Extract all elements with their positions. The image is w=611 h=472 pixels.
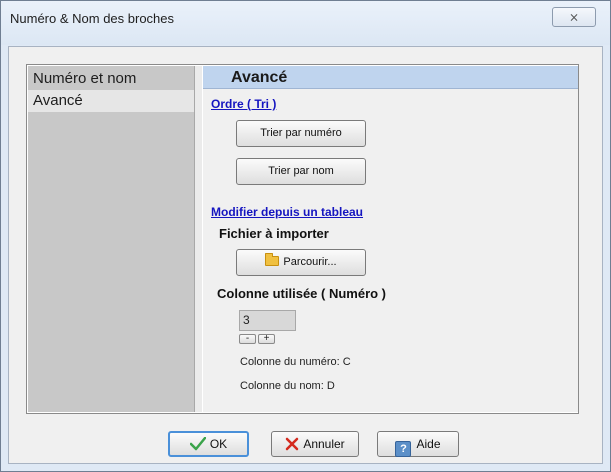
close-icon: ⨯ — [568, 10, 580, 24]
sort-by-number-label: Trier par numéro — [260, 127, 342, 139]
column-used-label: Colonne utilisée ( Numéro ) — [217, 286, 387, 301]
title-bar[interactable]: Numéro & Nom des broches ⨯ — [1, 1, 610, 45]
settings-panel: Numéro et nom Avancé Avancé Ordre ( Tri … — [26, 64, 579, 414]
panel-splitter[interactable] — [194, 66, 202, 412]
x-icon — [286, 437, 299, 451]
cancel-button[interactable]: Annuler — [271, 431, 359, 457]
sidebar-item-numero-et-nom[interactable]: Numéro et nom — [28, 68, 194, 90]
sidebar-item-label: Numéro et nom — [33, 70, 137, 87]
check-icon — [189, 437, 206, 451]
sort-by-number-button[interactable]: Trier par numéro — [236, 120, 366, 147]
column-number-input[interactable]: 3 — [239, 310, 296, 331]
ok-label: OK — [209, 437, 228, 451]
sort-by-name-label: Trier par nom — [268, 165, 334, 177]
advanced-page: Avancé Ordre ( Tri ) Trier par numéro Tr… — [203, 66, 578, 412]
help-label: Aide — [416, 437, 441, 451]
close-button[interactable]: ⨯ — [552, 7, 596, 27]
ok-button[interactable]: OK — [168, 431, 249, 457]
help-button[interactable]: ? Aide — [377, 431, 459, 457]
column-increment-button[interactable]: + — [258, 334, 275, 344]
number-column-info: Colonne du numéro: C — [240, 356, 351, 368]
page-title: Avancé — [203, 66, 578, 89]
file-to-import-label: Fichier à importer — [219, 226, 329, 241]
name-column-info: Colonne du nom: D — [240, 380, 335, 392]
column-decrement-button[interactable]: - — [239, 334, 256, 344]
help-icon: ? — [395, 441, 412, 457]
dialog-window: Numéro & Nom des broches ⨯ Numéro et nom… — [0, 0, 611, 472]
cancel-label: Annuler — [303, 437, 345, 451]
sort-section-title[interactable]: Ordre ( Tri ) — [211, 97, 276, 111]
table-section-title[interactable]: Modifier depuis un tableau — [211, 205, 363, 219]
sidebar-item-avance[interactable]: Avancé — [28, 90, 194, 112]
sort-by-name-button[interactable]: Trier par nom — [236, 158, 366, 185]
window-title: Numéro & Nom des broches — [10, 11, 175, 26]
browse-label: Parcourir... — [283, 256, 337, 268]
folder-icon — [265, 253, 280, 266]
dialog-client-area: Numéro et nom Avancé Avancé Ordre ( Tri … — [8, 46, 603, 464]
category-sidebar: Numéro et nom Avancé — [28, 66, 194, 412]
browse-button[interactable]: Parcourir... — [236, 249, 366, 276]
sidebar-item-label: Avancé — [33, 92, 83, 109]
